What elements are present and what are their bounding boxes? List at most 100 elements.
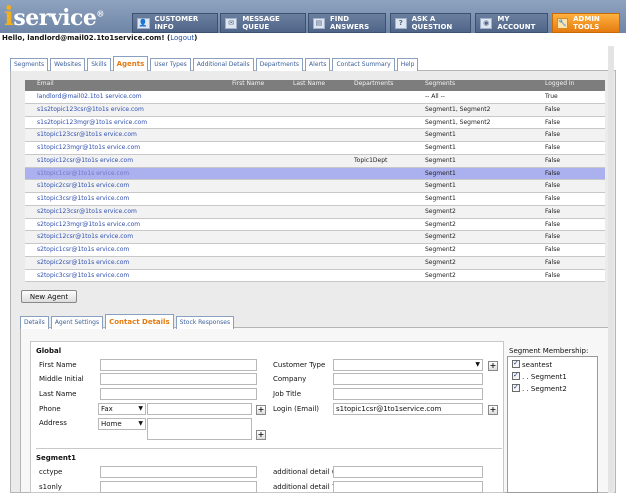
iservice-logo[interactable]: iservice® (4, 2, 104, 32)
cell-segments: Segment1 (425, 156, 456, 164)
logout-link[interactable]: Logout (170, 34, 194, 42)
page-scrollbar[interactable] (608, 46, 614, 493)
table-row[interactable]: s2topic123mgr@1to1s ervice.com Segment2 Fa… (25, 218, 605, 232)
phone-type-select[interactable]: Fax ▼ (98, 403, 146, 415)
nav-my-account[interactable]: ◉ MY ACCOUNT (475, 13, 548, 33)
tab-agents[interactable]: Agents (112, 56, 149, 71)
table-row[interactable]: s2topic2csr@1to1s ervice.com Segment2 Fals… (25, 256, 605, 270)
detail-tab-stock-responses[interactable]: Stock Responses (175, 316, 235, 329)
cell-email[interactable]: s1topic1csr@1to1s ervice.com (37, 168, 129, 180)
address-textarea[interactable] (147, 418, 252, 440)
cell-email[interactable]: s2topic3csr@1to1s ervice.com (37, 270, 129, 282)
new-agent-button[interactable]: New Agent (21, 290, 77, 303)
table-row[interactable]: s1topic123mgr@1to1s ervice.com Segment1 Fa… (25, 142, 605, 155)
cell-email[interactable]: s1topic3csr@1to1s ervice.com (37, 193, 129, 205)
cell-segments: Segment2 (425, 246, 456, 254)
label-address: Address (39, 419, 67, 427)
detail-tab-agent-settings[interactable]: Agent Settings (50, 316, 104, 329)
cell-email[interactable]: s2topic12csr@1to1s ervice.com (37, 231, 133, 243)
tab-websites[interactable]: Websites (50, 58, 86, 71)
label-phone: Phone (39, 405, 61, 413)
add-address-button[interactable]: + (256, 430, 266, 440)
address-type-select[interactable]: Home ▼ (98, 418, 146, 430)
company-input[interactable] (333, 373, 483, 385)
table-row[interactable]: s1s2topic123mgr@1to1s ervice.com Segment1… (25, 116, 605, 130)
cell-email[interactable]: s1s2topic123mgr@1to1s ervice.com (37, 117, 147, 129)
tab-segments[interactable]: Segments (10, 58, 49, 71)
tab-skills[interactable]: Skills (87, 58, 111, 71)
account-icon: ◉ (480, 17, 493, 29)
table-row[interactable]: s2topic12csr@1to1s ervice.com Segment2 Fal… (25, 231, 605, 245)
table-row[interactable]: s1topic2csr@1to1s ervice.com Segment1 Fals… (25, 180, 605, 194)
nav-label: MY ACCOUNT (497, 15, 536, 31)
customer-type-select[interactable]: ▼ (333, 359, 483, 371)
table-row[interactable]: s1topic12csr@1to1s ervice.com Topic1Dept S… (25, 154, 605, 168)
checkbox-checked-icon[interactable] (512, 371, 520, 380)
cctype-input[interactable] (100, 466, 257, 478)
cell-email[interactable]: s1topic123csr@1to1s ervice.com (37, 129, 137, 141)
add-customer-type-button[interactable]: + (488, 361, 498, 371)
tab-alerts[interactable]: Alerts (305, 58, 331, 71)
checkbox-checked-icon[interactable] (512, 359, 520, 368)
login-email-input[interactable]: s1topic1csr@1to1service.com (333, 403, 483, 415)
table-row[interactable]: s1topic1csr@1to1s ervice.com Segment1 Fals… (25, 167, 605, 181)
table-row[interactable]: s1s2topic123csr@1to1s ervice.com Segment1… (25, 103, 605, 117)
cell-logged: False (545, 144, 561, 152)
segment-item-seantest[interactable]: seantest (512, 359, 552, 369)
nav-find-answers[interactable]: ▤ FIND ANSWERS (308, 13, 386, 33)
additional-detail-7-input[interactable] (333, 481, 483, 493)
nav-ask-a-question[interactable]: ? ASK A QUESTION (390, 13, 471, 33)
cell-segments: Segment1, Segment2 (425, 105, 491, 113)
cell-segments: Segment1 (425, 131, 456, 139)
add-phone-button[interactable]: + (256, 405, 266, 415)
cell-logged: False (545, 169, 561, 177)
nav-label: ASK A QUESTION (411, 15, 453, 31)
checkbox-checked-icon[interactable] (512, 383, 520, 392)
segment-item-segment1[interactable]: . . Segment1 (512, 371, 567, 381)
col-segments: Segments (425, 80, 456, 87)
nav-admin-tools[interactable]: 🔧 ADMIN TOOLS (552, 13, 620, 33)
table-row[interactable]: s2topic1csr@1to1s ervice.com Segment2 Fals… (25, 244, 605, 257)
cell-email[interactable]: s1s2topic123csr@1to1s ervice.com (37, 104, 144, 116)
cell-email[interactable]: s2topic1csr@1to1s ervice.com (37, 244, 129, 256)
nav-label: ADMIN TOOLS (573, 15, 600, 31)
cell-email[interactable]: landlord@mail02.1to1 service.com (37, 91, 142, 103)
customer-icon: 👤 (137, 17, 150, 29)
phone-input[interactable] (147, 403, 252, 415)
segment-item-segment2[interactable]: . . Segment2 (512, 383, 567, 393)
cell-email[interactable]: s1topic123mgr@1to1s ervice.com (37, 142, 140, 154)
table-row[interactable]: s2topic123csr@1to1s ervice.com Segment2 Fa… (25, 205, 605, 219)
detail-tab-contact-details[interactable]: Contact Details (105, 314, 174, 329)
cell-email[interactable]: s2topic2csr@1to1s ervice.com (37, 257, 129, 269)
message-icon: ✉ (225, 17, 238, 29)
job-title-input[interactable] (333, 388, 483, 400)
cell-email[interactable]: s2topic123mgr@1to1s ervice.com (37, 219, 140, 231)
additional-detail-6-input[interactable] (333, 466, 483, 478)
cell-email[interactable]: s1topic12csr@1to1s ervice.com (37, 155, 133, 167)
tab-additional-details[interactable]: Additional Details (192, 58, 254, 71)
table-row[interactable]: s2topic3csr@1to1s ervice.com Segment2 Fals… (25, 269, 605, 283)
add-login-button[interactable]: + (488, 405, 498, 415)
s1only-input[interactable] (100, 481, 257, 493)
chevron-down-icon: ▼ (138, 420, 143, 427)
detail-tab-details[interactable]: Details (20, 316, 49, 329)
divider (36, 448, 502, 449)
cell-segments: Segment2 (425, 258, 456, 266)
nav-customer-info[interactable]: 👤 CUSTOMER INFO (132, 13, 218, 33)
cell-email[interactable]: s1topic2csr@1to1s ervice.com (37, 180, 129, 192)
table-row[interactable]: s1topic123csr@1to1s ervice.com Segment1 Fa… (25, 129, 605, 143)
tab-contact-summary[interactable]: Contact Summary (332, 58, 395, 71)
tab-help[interactable]: Help (396, 58, 419, 71)
cell-logged: False (545, 220, 561, 228)
table-row[interactable]: landlord@mail02.1to1 service.com -- All -… (25, 91, 605, 104)
first-name-input[interactable] (100, 359, 257, 371)
nav-message-queue[interactable]: ✉ MESSAGE QUEUE (220, 13, 306, 33)
middle-initial-input[interactable] (100, 373, 257, 385)
label-login-email: Login (Email) (273, 405, 319, 413)
tab-user-types[interactable]: User Types (150, 58, 191, 71)
last-name-input[interactable] (100, 388, 257, 400)
nav-label: MESSAGE QUEUE (242, 15, 280, 31)
tab-departments[interactable]: Departments (255, 58, 304, 71)
cell-email[interactable]: s2topic123csr@1to1s ervice.com (37, 206, 137, 218)
table-row[interactable]: s1topic3csr@1to1s ervice.com Segment1 Fals… (25, 193, 605, 206)
